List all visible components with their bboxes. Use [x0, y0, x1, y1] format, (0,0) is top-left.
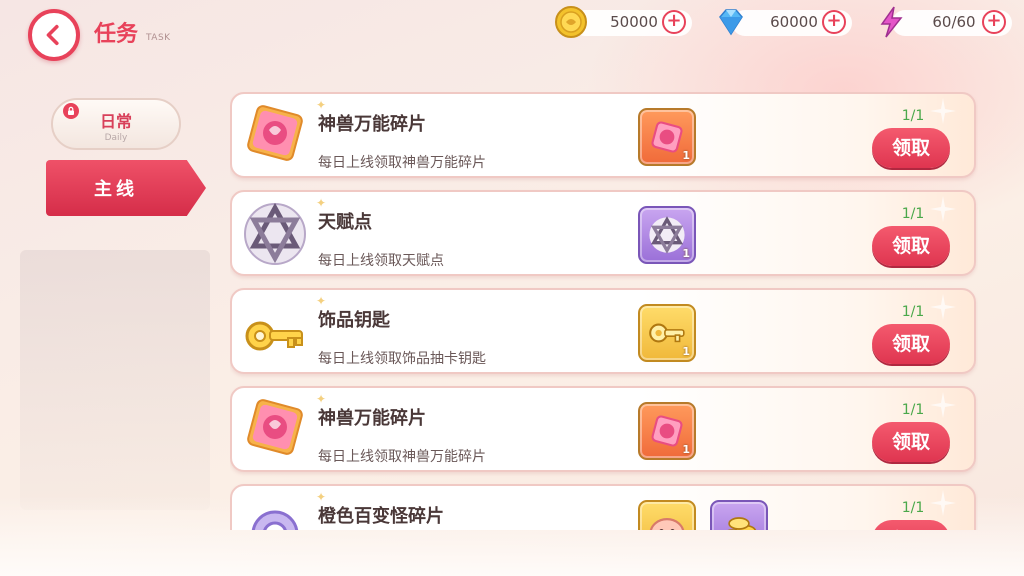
reward-item[interactable]: 1	[638, 206, 696, 264]
plus-icon: +	[986, 10, 1002, 31]
reward-count: 1	[682, 247, 690, 260]
resource-gold: 50000 +	[554, 6, 692, 38]
task-progress: 1/1	[901, 402, 925, 418]
task-card: ✦ 饰品钥匙 每日上线领取饰品抽卡钥匙 1 1/1 领取	[230, 288, 976, 374]
reward-item[interactable]: 1	[638, 108, 696, 166]
add-gold-button[interactable]: +	[662, 10, 686, 34]
task-name: 神兽万能碎片	[318, 408, 426, 429]
task-name: 橙色百变怪碎片	[318, 506, 444, 527]
task-progress: 1/1	[901, 500, 925, 516]
talent-star-icon: ✦	[240, 196, 326, 268]
reward-count: 1	[682, 149, 690, 162]
tab-main[interactable]: 主线	[46, 160, 206, 216]
gold-coins-icon	[727, 517, 757, 530]
claim-button[interactable]: 领取	[872, 520, 950, 530]
task-name: 天赋点	[318, 212, 372, 233]
beast-fragment-icon: ✦	[240, 98, 326, 170]
page-title: 任务	[94, 22, 139, 47]
reward-item[interactable]	[710, 500, 768, 530]
task-card: ✦ 神兽万能碎片 每日上线领取神兽万能碎片 1 1/1 领取	[230, 92, 976, 178]
add-diamond-button[interactable]: +	[822, 10, 846, 34]
task-desc: 每日上线领取神兽万能碎片	[318, 155, 486, 171]
add-energy-button[interactable]: +	[982, 10, 1006, 34]
diamond-icon	[719, 9, 743, 36]
lightning-icon	[880, 6, 903, 38]
task-progress: 1/1	[901, 304, 925, 320]
lock-icon	[63, 103, 79, 119]
reward-item[interactable]: 1	[638, 304, 696, 362]
beast-fragment-icon: ✦	[240, 392, 326, 464]
task-card: ✦ 橙色百变怪碎片 1/1 领取	[230, 484, 976, 530]
task-desc: 每日上线领取神兽万能碎片	[318, 449, 486, 465]
claim-button[interactable]: 领取	[872, 226, 950, 266]
gold-coin-icon	[555, 6, 587, 38]
back-button[interactable]	[28, 9, 80, 61]
task-desc: 每日上线领取饰品抽卡钥匙	[318, 351, 486, 367]
monster-icon	[649, 518, 685, 530]
task-card: ✦ 天赋点 每日上线领取天赋点 1 1/1 领取	[230, 190, 976, 276]
tab-main-label: 主线	[94, 179, 138, 200]
resource-diamond: 60000 +	[714, 8, 852, 36]
reward-count: 1	[682, 345, 690, 358]
plus-icon: +	[826, 10, 842, 31]
claim-button[interactable]: 领取	[872, 324, 950, 364]
tab-daily[interactable]: 日常 Daily	[51, 98, 181, 150]
tab-daily-sublabel: Daily	[104, 133, 128, 143]
task-progress: 1/1	[901, 108, 925, 124]
claim-button[interactable]: 领取	[872, 422, 950, 462]
page-title-sub: TASK	[146, 33, 171, 43]
task-list[interactable]: ✦ 神兽万能碎片 每日上线领取神兽万能碎片 1 1/1 领取 ✦ 天赋点 每日上…	[230, 92, 978, 530]
reward-item[interactable]	[638, 500, 696, 530]
claim-button[interactable]: 领取	[872, 128, 950, 168]
task-name: 神兽万能碎片	[318, 114, 426, 135]
task-name: 饰品钥匙	[318, 310, 390, 331]
task-desc: 每日上线领取天赋点	[318, 253, 444, 269]
reward-count: 1	[682, 443, 690, 456]
task-card: ✦ 神兽万能碎片 每日上线领取神兽万能碎片 1 1/1 领取	[230, 386, 976, 472]
plus-icon: +	[666, 10, 682, 31]
resource-energy: 60/60 +	[874, 6, 1012, 38]
reward-item[interactable]: 1	[638, 402, 696, 460]
chevron-left-icon	[46, 24, 59, 46]
shapeshifter-fragment-icon: ✦	[240, 490, 326, 530]
task-progress: 1/1	[901, 206, 925, 222]
key-icon: ✦	[240, 294, 326, 366]
